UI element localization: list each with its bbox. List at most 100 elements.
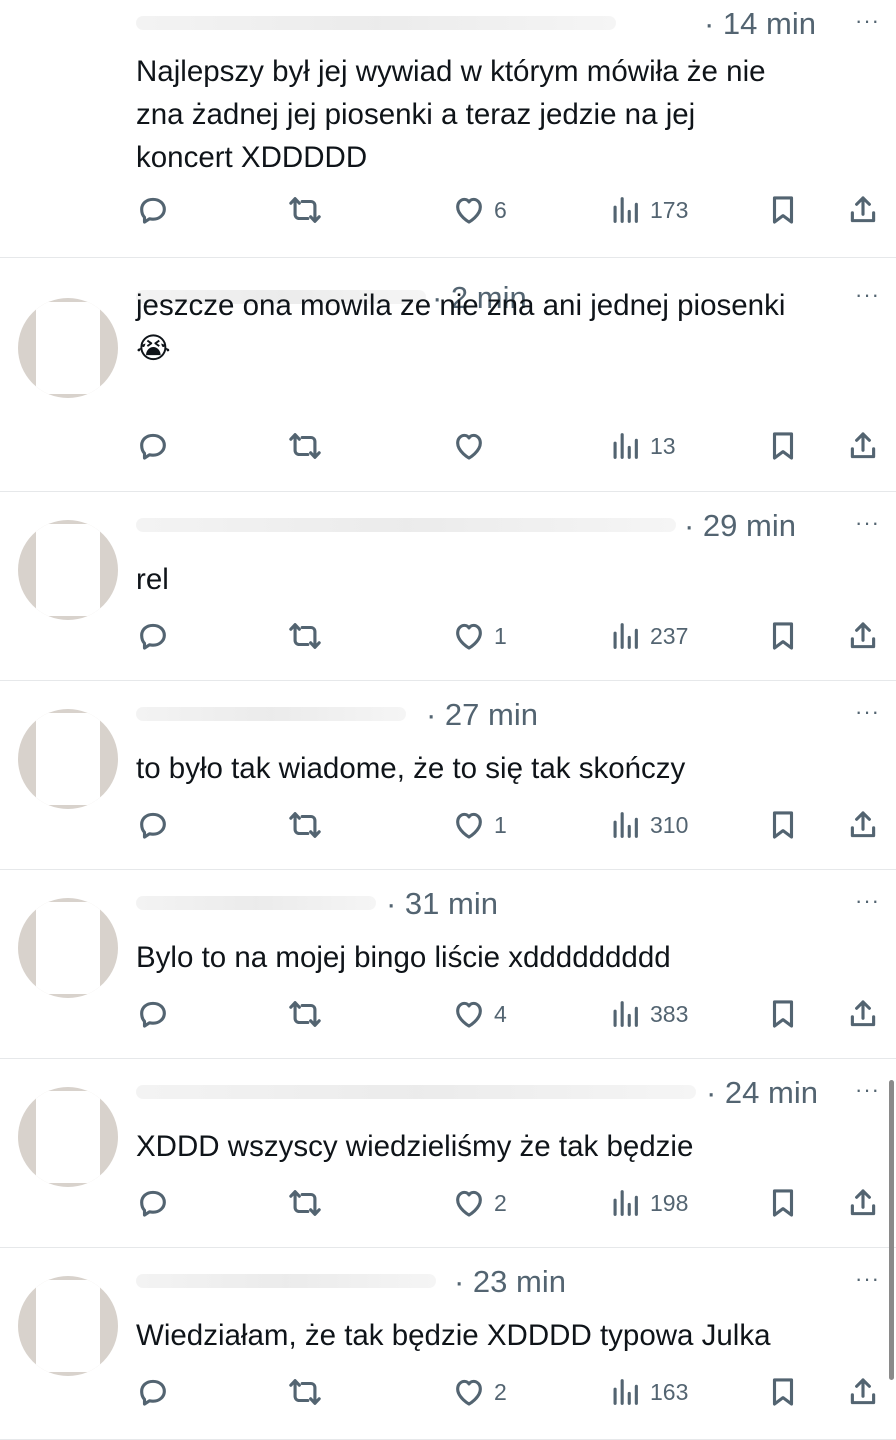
timestamp[interactable]: · 14 min	[704, 6, 816, 42]
repost-button[interactable]	[288, 994, 322, 1034]
avatar[interactable]	[18, 898, 118, 998]
author-name-redacted[interactable]	[136, 896, 376, 910]
like-button[interactable]: 1	[452, 805, 507, 845]
reply-tweet[interactable]: · 23 min ··· Wiedziałam, że tak będzie XDD…	[0, 1248, 896, 1440]
avatar[interactable]	[18, 520, 118, 620]
reply-button[interactable]	[136, 994, 170, 1034]
more-options-icon[interactable]: ···	[855, 8, 880, 34]
bookmark-button[interactable]	[766, 994, 800, 1034]
views-button[interactable]: 198	[608, 1183, 688, 1223]
repost-button[interactable]	[288, 190, 322, 230]
share-button[interactable]	[846, 190, 880, 230]
reply-tweet[interactable]: · 29 min ··· rel 1 237	[0, 492, 896, 681]
more-options-icon[interactable]: ···	[855, 699, 880, 725]
timestamp[interactable]: · 24 min	[706, 1075, 818, 1111]
more-options-icon[interactable]: ···	[855, 510, 880, 536]
reply-header: · 23 min ···	[136, 1264, 880, 1300]
like-button[interactable]: 4	[452, 994, 507, 1034]
reply-tweet[interactable]: · 24 min ··· XDDD wszyscy wiedzieliśmy że …	[0, 1059, 896, 1248]
reply-tweet[interactable]: · 31 min ··· Bylo to na mojej bingo liście…	[0, 870, 896, 1059]
views-button[interactable]: 310	[608, 805, 688, 845]
avatar[interactable]	[18, 1276, 118, 1376]
like-button[interactable]: 1	[452, 616, 507, 656]
reply-header: · 24 min ···	[136, 1075, 880, 1111]
views-button[interactable]: 173	[608, 190, 688, 230]
reply-button[interactable]	[136, 190, 170, 230]
view-count: 383	[650, 1000, 689, 1027]
timestamp[interactable]: · 27 min	[426, 697, 538, 733]
action-bar: 4 383	[136, 994, 881, 1034]
reply-tweet[interactable]: · 27 min ··· to było tak wiadome, że to si…	[0, 681, 896, 870]
bookmark-icon	[766, 429, 800, 463]
author-name-redacted[interactable]	[136, 518, 676, 532]
reply-header: · 29 min ···	[136, 508, 880, 544]
like-button[interactable]: 2	[452, 1183, 507, 1223]
bookmark-button[interactable]	[766, 190, 800, 230]
like-button[interactable]	[452, 426, 494, 466]
share-button[interactable]	[846, 994, 880, 1034]
author-name-redacted[interactable]	[136, 707, 406, 721]
like-button[interactable]: 2	[452, 1372, 507, 1412]
avatar[interactable]	[18, 298, 118, 398]
reply-text: XDDD wszyscy wiedzieliśmy że tak będzie	[136, 1130, 694, 1163]
view-count: 173	[650, 196, 689, 223]
repost-icon	[288, 429, 322, 463]
repost-button[interactable]	[288, 1372, 322, 1412]
more-options-icon[interactable]: ···	[855, 1077, 880, 1103]
avatar[interactable]	[18, 1087, 118, 1187]
bookmark-button[interactable]	[766, 616, 800, 656]
bookmark-icon	[766, 808, 800, 842]
bookmark-button[interactable]	[766, 426, 800, 466]
views-button[interactable]: 237	[608, 616, 688, 656]
repost-button[interactable]	[288, 805, 322, 845]
repost-button[interactable]	[288, 616, 322, 656]
reply-button[interactable]	[136, 1372, 170, 1412]
views-icon	[608, 619, 642, 653]
bookmark-button[interactable]	[766, 1183, 800, 1223]
heart-icon	[452, 808, 486, 842]
repost-button[interactable]	[288, 1183, 322, 1223]
heart-icon	[452, 1186, 486, 1220]
avatar[interactable]	[18, 709, 118, 809]
share-icon	[846, 1375, 880, 1409]
action-bar: 6 173	[136, 190, 881, 230]
reply-icon	[136, 429, 170, 463]
like-count: 2	[494, 1189, 507, 1216]
timestamp[interactable]: · 23 min	[454, 1264, 566, 1300]
author-name-redacted[interactable]	[136, 1274, 436, 1288]
bookmark-button[interactable]	[766, 805, 800, 845]
views-button[interactable]: 13	[608, 426, 676, 466]
like-count: 2	[494, 1378, 507, 1405]
share-button[interactable]	[846, 805, 880, 845]
share-button[interactable]	[846, 426, 880, 466]
share-button[interactable]	[846, 1183, 880, 1223]
reply-icon	[136, 808, 170, 842]
reply-button[interactable]	[136, 805, 170, 845]
views-button[interactable]: 383	[608, 994, 688, 1034]
bookmark-button[interactable]	[766, 1372, 800, 1412]
views-button[interactable]: 163	[608, 1372, 688, 1412]
reply-tweet[interactable]: · 14 min ··· Najlepszy był jej wywiad w kt…	[0, 0, 896, 258]
scrollbar[interactable]	[889, 1080, 894, 1380]
timestamp[interactable]: · 31 min	[386, 886, 498, 922]
timestamp[interactable]: · 29 min	[684, 508, 796, 544]
views-icon	[608, 808, 642, 842]
reply-icon	[136, 997, 170, 1031]
share-button[interactable]	[846, 1372, 880, 1412]
repost-icon	[288, 997, 322, 1031]
action-bar: 1 237	[136, 616, 881, 656]
reply-text: rel	[136, 563, 169, 596]
author-name-redacted[interactable]	[136, 16, 616, 30]
reply-button[interactable]	[136, 426, 170, 466]
reply-button[interactable]	[136, 616, 170, 656]
reply-button[interactable]	[136, 1183, 170, 1223]
reply-tweet[interactable]: · 2 min ··· jeszcze ona mowila ze nie zna …	[0, 258, 896, 492]
more-options-icon[interactable]: ···	[855, 888, 880, 914]
repost-button[interactable]	[288, 426, 322, 466]
like-button[interactable]: 6	[452, 190, 507, 230]
reply-icon	[136, 619, 170, 653]
author-name-redacted[interactable]	[136, 1085, 696, 1099]
more-options-icon[interactable]: ···	[855, 1266, 880, 1292]
avatar[interactable]	[18, 0, 118, 80]
share-button[interactable]	[846, 616, 880, 656]
